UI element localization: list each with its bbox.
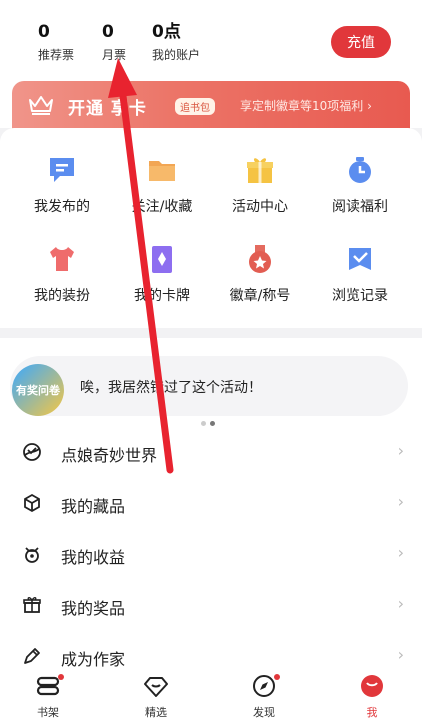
- menu-item-collection[interactable]: 我的藏品 ›: [0, 479, 422, 529]
- account-card: 0 推荐票 0 月票 0点 我的账户 充值 开通 享卡 追书包 享定制徽章等10…: [0, 0, 422, 131]
- grid-item-favorites[interactable]: 关注/收藏: [112, 154, 212, 216]
- tab-me[interactable]: 我: [342, 672, 402, 720]
- pen-icon: [22, 646, 42, 666]
- grid-item-posts[interactable]: 我发布的: [12, 154, 112, 216]
- bottom-tab-bar: 书架 精选 发现 我: [0, 668, 422, 727]
- profile-icon: [358, 672, 386, 700]
- chevron-right-icon: ›: [397, 441, 404, 460]
- grid-label: 浏览记录: [332, 288, 388, 304]
- monthly-ticket-stat[interactable]: 0 月票: [102, 22, 126, 63]
- card-icon: [146, 243, 178, 275]
- crown-icon: [28, 94, 54, 120]
- recommend-ticket-label: 推荐票: [38, 48, 75, 62]
- survey-badge: 有奖问卷: [12, 364, 64, 416]
- menu-item-earnings[interactable]: 我的收益 ›: [0, 530, 422, 580]
- world-icon: [22, 442, 42, 462]
- tab-label: 我: [366, 706, 378, 719]
- vip-benefit-text: 享定制徽章等10项福利 ›: [240, 99, 372, 113]
- recommend-ticket-stat[interactable]: 0 推荐票: [38, 22, 74, 63]
- grid-label: 活动中心: [232, 199, 288, 215]
- carousel-dot: [201, 421, 206, 426]
- menu-label: 我的藏品: [61, 497, 126, 516]
- grid-label: 我发布的: [34, 199, 90, 215]
- monthly-ticket-label: 月票: [102, 48, 127, 62]
- prize-icon: [22, 595, 42, 615]
- grid-item-reading-benefits[interactable]: 阅读福利: [310, 154, 410, 216]
- grid-item-badges[interactable]: 徽章/称号: [210, 243, 310, 305]
- tab-label: 精选: [145, 706, 167, 719]
- activity-text: 唉，我居然错过了这个活动！: [80, 380, 262, 396]
- vip-tag: 追书包: [175, 98, 215, 115]
- history-icon: [344, 243, 376, 275]
- compass-icon: [250, 672, 280, 700]
- diamond-icon: [142, 672, 170, 700]
- account-balance-value: 0点: [152, 22, 181, 42]
- activity-banner[interactable]: 有奖问卷 唉，我居然错过了这个活动！: [10, 356, 408, 416]
- vip-title: 开通 享卡: [68, 99, 147, 119]
- monthly-ticket-count: 0: [102, 22, 114, 42]
- folder-icon: [146, 154, 178, 186]
- menu-item-prizes[interactable]: 我的奖品 ›: [0, 581, 422, 631]
- timer-icon: [344, 154, 376, 186]
- medal-icon: [244, 243, 276, 275]
- chevron-right-icon: ›: [397, 594, 404, 613]
- cube-icon: [22, 493, 42, 513]
- grid-label: 徽章/称号: [229, 288, 291, 304]
- carousel-dot-active: [210, 421, 215, 426]
- chevron-right-icon: ›: [397, 645, 404, 664]
- grid-item-activity-center[interactable]: 活动中心: [210, 154, 310, 216]
- grid-label: 阅读福利: [332, 199, 388, 215]
- chevron-right-icon: ›: [397, 492, 404, 511]
- tab-label: 书架: [37, 706, 59, 719]
- tab-discover[interactable]: 发现: [234, 672, 294, 720]
- vip-banner[interactable]: 开通 享卡 追书包 享定制徽章等10项福利 ›: [12, 81, 410, 131]
- menu-label: 点娘奇妙世界: [61, 446, 158, 465]
- grid-label: 我的卡牌: [134, 288, 190, 304]
- menu-label: 我的奖品: [61, 599, 126, 618]
- grid-item-history[interactable]: 浏览记录: [310, 243, 410, 305]
- bookshelf-icon: [34, 672, 64, 700]
- post-icon: [46, 154, 78, 186]
- tab-label: 发现: [253, 706, 275, 719]
- gift-icon: [244, 154, 276, 186]
- grid-label: 我的装扮: [34, 288, 90, 304]
- account-balance-stat[interactable]: 0点 我的账户: [152, 22, 200, 63]
- notification-dot: [274, 674, 280, 680]
- grid-item-dress-up[interactable]: 我的装扮: [12, 243, 112, 305]
- menu-label: 我的收益: [61, 548, 126, 567]
- menu-label: 成为作家: [61, 650, 126, 669]
- function-grid: 我发布的 关注/收藏 活动中心 阅读福利 我的装扮 我的卡牌 徽章/称号 浏览记…: [0, 128, 422, 328]
- tab-featured[interactable]: 精选: [126, 672, 186, 720]
- account-balance-label: 我的账户: [152, 48, 201, 62]
- grid-label: 关注/收藏: [131, 199, 193, 215]
- tab-bookshelf[interactable]: 书架: [18, 672, 78, 720]
- earnings-icon: [22, 544, 42, 564]
- notification-dot: [58, 674, 64, 680]
- grid-item-cards[interactable]: 我的卡牌: [112, 243, 212, 305]
- recommend-ticket-count: 0: [38, 22, 50, 42]
- menu-item-world[interactable]: 点娘奇妙世界 ›: [0, 428, 422, 478]
- recharge-button[interactable]: 充值: [331, 26, 391, 58]
- shirt-icon: [46, 243, 78, 275]
- chevron-right-icon: ›: [397, 543, 404, 562]
